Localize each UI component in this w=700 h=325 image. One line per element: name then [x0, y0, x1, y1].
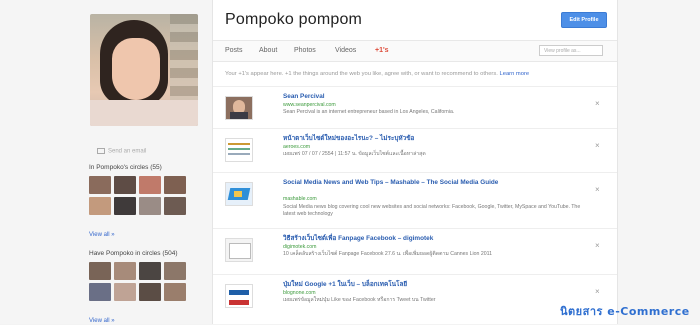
tab-posts[interactable]: Posts [225, 47, 243, 54]
view-profile-as-input[interactable]: View profile as... [539, 45, 603, 56]
envelope-icon [97, 148, 105, 154]
watermark-text: นิตยสาร e-Commerce [560, 305, 690, 318]
item-description: Social Media news blog covering cool new… [283, 204, 581, 217]
tab-photos[interactable]: Photos [294, 47, 316, 54]
plusone-item: Social Media News and Web Tips – Mashabl… [213, 172, 617, 229]
remove-item-icon[interactable]: × [595, 287, 600, 296]
in-circles-title: In Pompoko's circles (55) [89, 164, 162, 171]
item-description: Sean Percival is an internet entrepreneu… [283, 109, 455, 115]
circle-member-avatar[interactable] [139, 262, 161, 280]
plusone-item: วิธีสร้างเว็บไซต์เพื่อ Fanpage Facebook … [213, 228, 617, 275]
remove-item-icon[interactable]: × [595, 185, 600, 194]
profile-name: Pompoko pompom [225, 11, 363, 28]
have-circles-view-all[interactable]: View all » [89, 318, 115, 324]
circle-member-avatar[interactable] [114, 197, 136, 215]
circle-member-avatar[interactable] [89, 176, 111, 194]
have-circles-title: Have Pompoko in circles (504) [89, 250, 178, 257]
item-url[interactable]: blognone.com [283, 290, 316, 296]
send-message-link[interactable]: Send an email [97, 148, 146, 155]
item-url[interactable]: digimotek.com [283, 244, 316, 250]
edit-profile-button[interactable]: Edit Profile [561, 12, 607, 28]
plusone-item: Sean Percival www.seanpercival.com Sean … [213, 86, 617, 131]
plusone-item: ปุ่มใหม่ Google +1 ในเว็บ – บล็อกเทคโนโล… [213, 274, 617, 325]
circle-member-avatar[interactable] [89, 197, 111, 215]
item-url[interactable]: mashable.com [283, 196, 317, 202]
item-title[interactable]: Sean Percival [283, 93, 583, 101]
learn-more-link[interactable]: Learn more [500, 71, 530, 77]
circle-member-avatar[interactable] [139, 283, 161, 301]
remove-item-icon[interactable]: × [595, 141, 600, 150]
plusones-intro: Your +1's appear here. +1 the things aro… [225, 71, 610, 77]
profile-photo[interactable] [90, 14, 198, 126]
item-url[interactable]: aeroes.com [283, 144, 310, 150]
intro-text: Your +1's appear here. +1 the things aro… [225, 71, 498, 77]
circle-member-avatar[interactable] [164, 197, 186, 215]
tab-videos[interactable]: Videos [335, 47, 356, 54]
item-thumbnail[interactable] [225, 182, 253, 206]
circle-member-avatar[interactable] [164, 176, 186, 194]
circle-member-avatar[interactable] [89, 262, 111, 280]
item-thumbnail[interactable] [225, 96, 253, 120]
item-title[interactable]: Social Media News and Web Tips – Mashabl… [283, 179, 583, 187]
remove-item-icon[interactable]: × [595, 241, 600, 250]
have-circles-grid [89, 262, 189, 301]
item-title[interactable]: วิธีสร้างเว็บไซต์เพื่อ Fanpage Facebook … [283, 235, 583, 243]
photo-shirt [90, 100, 198, 126]
circle-member-avatar[interactable] [114, 262, 136, 280]
circle-member-avatar[interactable] [164, 262, 186, 280]
item-title[interactable]: ปุ่มใหม่ Google +1 ในเว็บ – บล็อกเทคโนโล… [283, 281, 583, 289]
item-url[interactable]: www.seanpercival.com [283, 102, 336, 108]
circle-member-avatar[interactable] [114, 176, 136, 194]
item-title[interactable]: หน้าตาเว็บไซต์ใหม่ของอะไรนะ? – ไม่ระบุหั… [283, 135, 583, 143]
item-description: 10 เคล็ดลับสร้างเว็บไซต์ Fanpage Faceboo… [283, 251, 492, 257]
item-thumbnail[interactable] [225, 138, 253, 162]
page: Send an email In Pompoko's circles (55) … [0, 0, 700, 324]
circle-member-avatar[interactable] [114, 283, 136, 301]
item-thumbnail[interactable] [225, 238, 253, 262]
circle-member-avatar[interactable] [164, 283, 186, 301]
item-thumbnail[interactable] [225, 284, 253, 308]
plusone-item: หน้าตาเว็บไซต์ใหม่ของอะไรนะ? – ไม่ระบุหั… [213, 128, 617, 173]
in-circles-view-all[interactable]: View all » [89, 232, 115, 238]
item-description: เผยแพร่ 07 / 07 / 2554 | 11:57 น. ข้อมูล… [283, 151, 426, 157]
tab-about[interactable]: About [259, 47, 277, 54]
circle-member-avatar[interactable] [139, 197, 161, 215]
circle-member-avatar[interactable] [139, 176, 161, 194]
profile-tabs: Posts About Photos Videos +1's View prof… [213, 40, 617, 62]
in-circles-grid [89, 176, 189, 215]
profile-main: Pompoko pompom Edit Profile Posts About … [212, 0, 618, 324]
tab-plusones[interactable]: +1's [375, 47, 389, 54]
circle-member-avatar[interactable] [89, 283, 111, 301]
photo-face [112, 38, 160, 100]
item-description: เผยแพร่ข้อมูลใหม่ปุ่ม Like ของ Facebook … [283, 297, 436, 303]
send-message-label: Send an email [108, 148, 147, 155]
remove-item-icon[interactable]: × [595, 99, 600, 108]
